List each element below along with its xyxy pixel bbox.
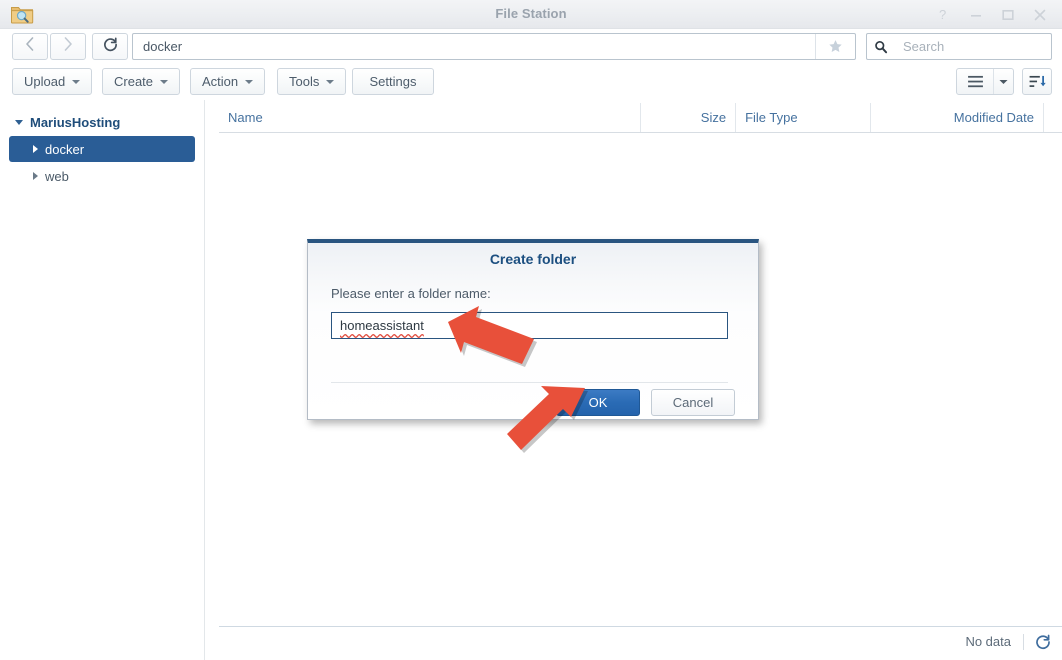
- window-titlebar: File Station ?: [0, 0, 1062, 29]
- folder-name-input-value: homeassistant: [340, 318, 424, 333]
- window-title: File Station: [495, 6, 567, 21]
- view-mode-split-button[interactable]: [956, 68, 1014, 95]
- chevron-left-icon: [25, 37, 35, 56]
- close-icon[interactable]: [1024, 0, 1056, 29]
- column-header-label: File Type: [745, 110, 798, 125]
- svg-text:?: ?: [939, 8, 946, 21]
- chevron-down-icon[interactable]: [993, 69, 1013, 94]
- column-header-name[interactable]: Name: [219, 103, 642, 132]
- dialog-button-row: OK Cancel: [556, 389, 735, 416]
- column-header-label: Modified Date: [953, 110, 1034, 125]
- cancel-button-label: Cancel: [672, 395, 714, 410]
- sidebar-item-docker[interactable]: docker: [9, 136, 195, 162]
- reload-button[interactable]: [92, 33, 128, 60]
- sidebar-item-mariushosting[interactable]: MariusHosting: [9, 109, 195, 135]
- refresh-icon: [103, 36, 118, 57]
- sidebar-item-label: web: [45, 168, 69, 184]
- more-vertical-icon[interactable]: [1044, 103, 1062, 132]
- help-icon[interactable]: ?: [928, 0, 960, 29]
- chevron-right-icon: [63, 37, 73, 56]
- minimize-icon[interactable]: [960, 0, 992, 29]
- search-icon[interactable]: [874, 40, 896, 54]
- tools-button-label: Tools: [289, 74, 320, 89]
- sidebar-item-web[interactable]: web: [9, 163, 195, 189]
- column-header-modified-date[interactable]: Modified Date: [871, 103, 1044, 132]
- column-header-label: Name: [228, 110, 263, 125]
- cancel-button[interactable]: Cancel: [651, 389, 735, 416]
- status-bar: No data: [219, 626, 1062, 656]
- tools-button[interactable]: Tools: [277, 68, 347, 95]
- upload-button[interactable]: Upload: [12, 68, 93, 95]
- settings-button[interactable]: Settings: [352, 68, 434, 95]
- toolbar: Upload Create Action Tools Settings: [0, 64, 1062, 100]
- address-input[interactable]: docker: [133, 39, 815, 54]
- column-header-label: Size: [700, 110, 727, 125]
- toolbar-right-group: [956, 68, 1052, 95]
- sort-descending-icon[interactable]: [1022, 68, 1052, 95]
- address-bar[interactable]: docker: [132, 33, 856, 60]
- ok-button-label: OK: [588, 395, 608, 410]
- status-text: No data: [965, 634, 1011, 649]
- ok-button[interactable]: OK: [556, 389, 640, 416]
- star-icon[interactable]: [815, 34, 855, 59]
- upload-button-label: Upload: [24, 74, 66, 89]
- chevron-down-icon: [160, 79, 169, 84]
- dialog-title: Create folder: [489, 251, 577, 267]
- create-button-label: Create: [114, 74, 154, 89]
- folder-name-input[interactable]: homeassistant: [331, 312, 728, 339]
- refresh-icon[interactable]: [1024, 634, 1062, 650]
- chevron-down-icon: [245, 79, 254, 84]
- sidebar-item-label: MariusHosting: [30, 114, 121, 130]
- back-button[interactable]: [12, 33, 48, 60]
- create-folder-dialog: Create folder Please enter a folder name…: [307, 239, 759, 420]
- dialog-prompt-label: Please enter a folder name:: [331, 286, 491, 301]
- file-list-header: Name Size File Type Modified Date: [219, 103, 1062, 133]
- create-button[interactable]: Create: [102, 68, 181, 95]
- triangle-right-icon[interactable]: [33, 172, 38, 180]
- chevron-down-icon: [72, 79, 81, 84]
- maximize-icon[interactable]: [992, 0, 1024, 29]
- triangle-down-icon[interactable]: [15, 119, 23, 125]
- window-controls: ?: [928, 0, 1056, 29]
- settings-button-label: Settings: [369, 74, 417, 89]
- file-station-window: File Station ? docker Search Upload Crea…: [0, 0, 1062, 660]
- folder-tree-sidebar: MariusHosting docker web: [0, 100, 205, 660]
- list-view-icon[interactable]: [957, 69, 993, 94]
- sidebar-item-label: docker: [45, 141, 85, 157]
- triangle-right-icon[interactable]: [33, 145, 38, 153]
- navigation-bar: docker Search: [0, 29, 1062, 64]
- column-header-size[interactable]: Size: [641, 103, 737, 132]
- search-box[interactable]: Search: [866, 33, 1052, 60]
- dialog-divider: [331, 382, 728, 383]
- forward-button[interactable]: [50, 33, 86, 60]
- column-header-filetype[interactable]: File Type: [736, 103, 871, 132]
- chevron-down-icon: [326, 79, 335, 84]
- action-button-label: Action: [202, 74, 239, 89]
- search-input[interactable]: Search: [903, 39, 944, 54]
- action-button[interactable]: Action: [190, 68, 266, 95]
